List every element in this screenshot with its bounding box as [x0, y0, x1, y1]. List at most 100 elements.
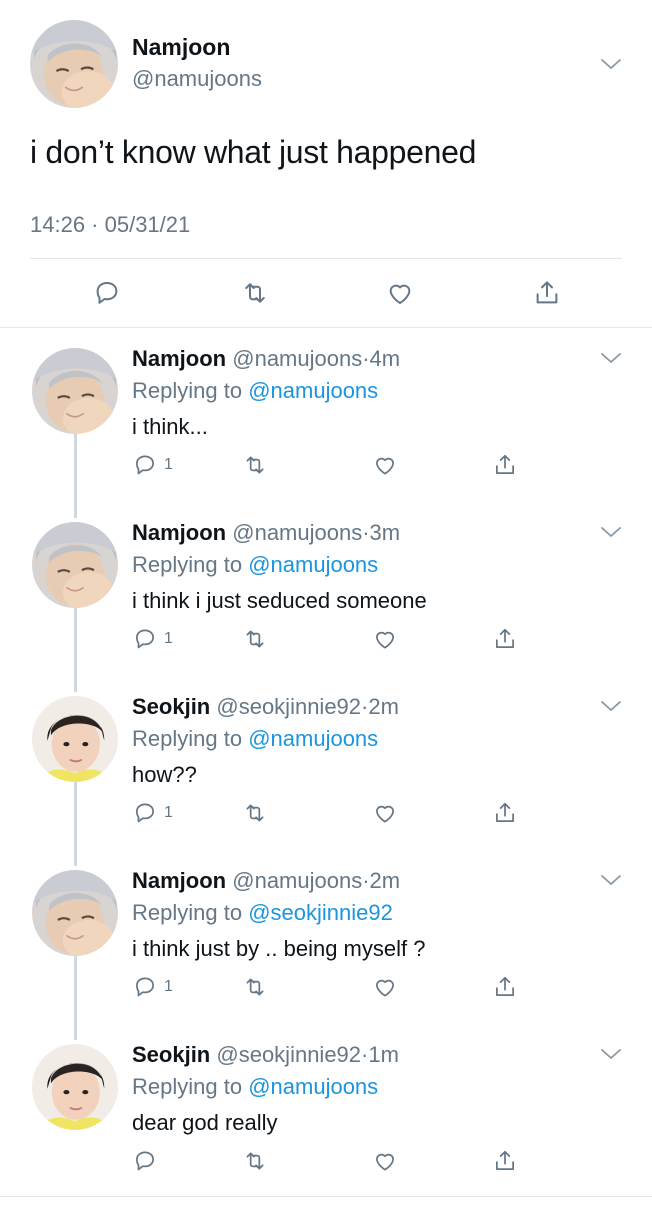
- avatar[interactable]: [32, 870, 118, 956]
- avatar-image: [30, 20, 118, 108]
- reply-header: Namjoon @namujoons·3m: [132, 520, 400, 546]
- reply-count: 1: [164, 630, 173, 647]
- reply-icon[interactable]: [132, 1148, 158, 1174]
- chevron-down-icon[interactable]: [598, 524, 624, 540]
- reply-tweet[interactable]: Seokjin @seokjinnie92·2m Replying to @na…: [0, 694, 652, 868]
- reply-text: i think i just seduced someone: [132, 588, 427, 613]
- like-icon[interactable]: [385, 278, 415, 308]
- avatar[interactable]: [30, 20, 118, 108]
- mention-link[interactable]: @namujoons: [248, 726, 378, 751]
- replying-to-label: Replying to: [132, 552, 243, 577]
- reply-time[interactable]: 2m: [368, 694, 399, 719]
- replying-to: Replying to @namujoons: [132, 726, 378, 752]
- share-icon[interactable]: [492, 452, 518, 478]
- retweet-icon[interactable]: [242, 452, 268, 478]
- chevron-down-icon[interactable]: [598, 1046, 624, 1062]
- reply-actions: 1: [132, 800, 532, 828]
- share-icon[interactable]: [492, 800, 518, 826]
- reply-header: Namjoon @namujoons·4m: [132, 346, 400, 372]
- reply-author-handle[interactable]: @namujoons: [232, 520, 362, 545]
- avatar[interactable]: [32, 1044, 118, 1130]
- reply-tweet[interactable]: Namjoon @namujoons·4m Replying to @namuj…: [0, 346, 652, 520]
- reply-icon[interactable]: [92, 278, 122, 308]
- reply-time[interactable]: 1m: [368, 1042, 399, 1067]
- share-icon[interactable]: [492, 626, 518, 652]
- retweet-icon[interactable]: [242, 1148, 268, 1174]
- share-icon[interactable]: [532, 278, 562, 308]
- chevron-down-icon[interactable]: [598, 350, 624, 366]
- reply-tweet[interactable]: Seokjin @seokjinnie92·1m Replying to @na…: [0, 1042, 652, 1216]
- chevron-down-icon[interactable]: [598, 56, 624, 72]
- reply-count: 1: [164, 456, 173, 473]
- separator-dot: ·: [362, 346, 370, 371]
- reply-count: 1: [164, 804, 173, 821]
- reply-author-name[interactable]: Namjoon: [132, 346, 226, 371]
- retweet-icon[interactable]: [240, 278, 270, 308]
- like-icon[interactable]: [372, 452, 398, 478]
- reply-actions: 1: [132, 974, 532, 1002]
- reply-header: Namjoon @namujoons·2m: [132, 868, 400, 894]
- divider: [0, 327, 652, 328]
- reply-author-name[interactable]: Namjoon: [132, 868, 226, 893]
- replying-to-label: Replying to: [132, 900, 243, 925]
- tweet-timestamp[interactable]: 14:26 · 05/31/21: [30, 212, 190, 238]
- reply-author-handle[interactable]: @seokjinnie92: [216, 694, 361, 719]
- replying-to-label: Replying to: [132, 378, 243, 403]
- divider: [30, 258, 622, 259]
- replying-to: Replying to @namujoons: [132, 552, 378, 578]
- like-icon[interactable]: [372, 800, 398, 826]
- reply-tweet[interactable]: Namjoon @namujoons·3m Replying to @namuj…: [0, 520, 652, 694]
- author-name[interactable]: Namjoon: [132, 34, 230, 61]
- share-icon[interactable]: [492, 974, 518, 1000]
- reply-actions: [132, 1148, 532, 1176]
- reply-text: i think just by .. being myself ?: [132, 936, 426, 961]
- reply-time[interactable]: 2m: [370, 868, 401, 893]
- replying-to: Replying to @namujoons: [132, 378, 378, 404]
- reply-tweet[interactable]: Namjoon @namujoons·2m Replying to @seokj…: [0, 868, 652, 1042]
- reply-text: i think...: [132, 414, 208, 439]
- reply-icon[interactable]: [132, 626, 158, 652]
- mention-link[interactable]: @seokjinnie92: [248, 900, 393, 925]
- reply-actions: 1: [132, 626, 532, 654]
- reply-author-handle[interactable]: @seokjinnie92: [216, 1042, 361, 1067]
- retweet-icon[interactable]: [242, 800, 268, 826]
- reply-text: dear god really: [132, 1110, 278, 1135]
- replying-to: Replying to @namujoons: [132, 1074, 378, 1100]
- reply-author-name[interactable]: Seokjin: [132, 1042, 210, 1067]
- separator-dot: ·: [362, 520, 370, 545]
- reply-icon[interactable]: [132, 452, 158, 478]
- reply-author-handle[interactable]: @namujoons: [232, 868, 362, 893]
- avatar[interactable]: [32, 348, 118, 434]
- chevron-down-icon[interactable]: [598, 872, 624, 888]
- separator-dot: ·: [362, 868, 370, 893]
- reply-author-name[interactable]: Namjoon: [132, 520, 226, 545]
- tweet-text: i don’t know what just happened: [30, 134, 477, 170]
- reply-count: 1: [164, 978, 173, 995]
- like-icon[interactable]: [372, 974, 398, 1000]
- mention-link[interactable]: @namujoons: [248, 1074, 378, 1099]
- avatar[interactable]: [32, 522, 118, 608]
- share-icon[interactable]: [492, 1148, 518, 1174]
- replying-to-label: Replying to: [132, 1074, 243, 1099]
- avatar[interactable]: [32, 696, 118, 782]
- mention-link[interactable]: @namujoons: [248, 378, 378, 403]
- retweet-icon[interactable]: [242, 974, 268, 1000]
- reply-time[interactable]: 3m: [370, 520, 401, 545]
- replying-to: Replying to @seokjinnie92: [132, 900, 393, 926]
- like-icon[interactable]: [372, 626, 398, 652]
- reply-author-handle[interactable]: @namujoons: [232, 346, 362, 371]
- reply-icon[interactable]: [132, 800, 158, 826]
- like-icon[interactable]: [372, 1148, 398, 1174]
- reply-header: Seokjin @seokjinnie92·1m: [132, 1042, 399, 1068]
- reply-time[interactable]: 4m: [370, 346, 401, 371]
- divider: [0, 1196, 652, 1197]
- author-handle[interactable]: @namujoons: [132, 66, 262, 92]
- mention-link[interactable]: @namujoons: [248, 552, 378, 577]
- chevron-down-icon[interactable]: [598, 698, 624, 714]
- tweet-actions: [0, 272, 652, 316]
- reply-actions: 1: [132, 452, 532, 480]
- replying-to-label: Replying to: [132, 726, 243, 751]
- retweet-icon[interactable]: [242, 626, 268, 652]
- reply-icon[interactable]: [132, 974, 158, 1000]
- reply-author-name[interactable]: Seokjin: [132, 694, 210, 719]
